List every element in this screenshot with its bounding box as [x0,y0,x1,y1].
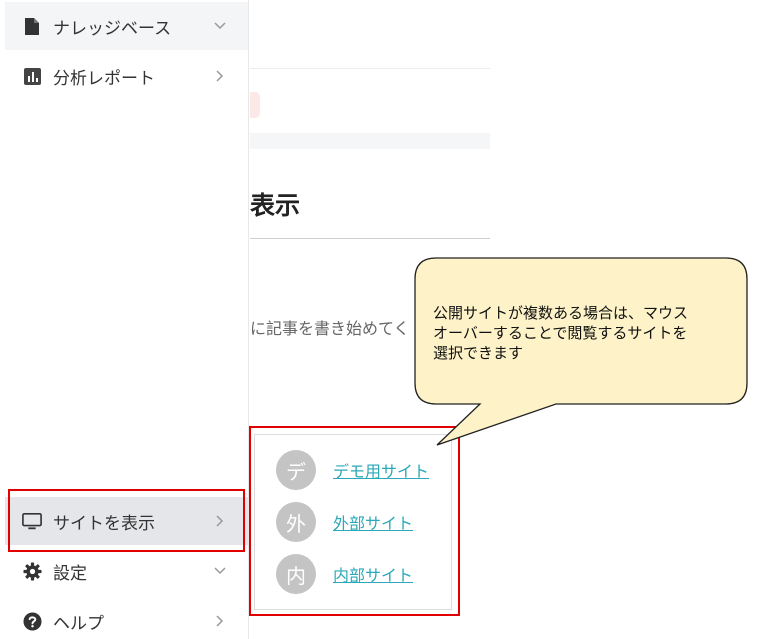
callout-text: 公開サイトが複数ある場合は、マウス オーバーすることで閲覧するサイトを 選択でき… [433,303,733,363]
callout-line: オーバーすることで閲覧するサイトを [433,324,688,342]
screen: ナレッジベース 分析レポート サイトを表示 設定 ヘルプ 表示 に記事を書き始め… [0,0,757,639]
callout-line: 公開サイトが複数ある場合は、マウス [433,304,689,322]
callout-line: 選択できます [433,344,524,362]
